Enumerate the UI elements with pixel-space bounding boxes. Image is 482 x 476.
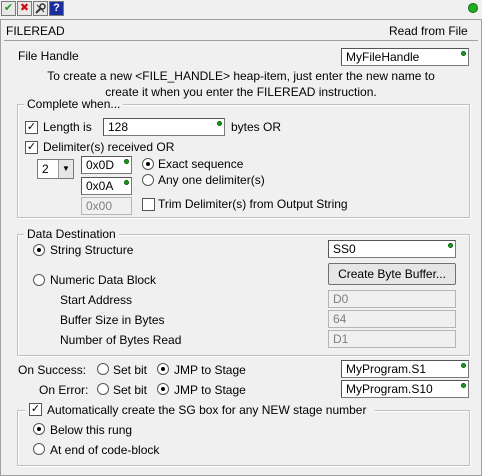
bytes-read-input[interactable]: D1	[328, 330, 456, 348]
string-structure-label: String Structure	[50, 243, 134, 257]
create-byte-buffer-button[interactable]: Create Byte Buffer...	[328, 263, 456, 285]
file-handle-label: File Handle	[18, 49, 79, 63]
delimiter-checkbox[interactable]: ✓	[25, 141, 38, 154]
string-structure-input[interactable]: SS0	[328, 240, 456, 258]
trim-delimiter-checkbox[interactable]	[142, 198, 155, 211]
on-success-set-bit-radio[interactable]	[97, 363, 109, 375]
end-of-block-radio[interactable]	[33, 443, 45, 455]
valid-indicator-icon	[461, 383, 466, 388]
exact-sequence-radio[interactable]	[142, 158, 154, 170]
start-address-input[interactable]: D0	[328, 290, 456, 308]
auto-create-sg-label: Automatically create the SG box for any …	[47, 403, 367, 417]
start-address-label: Start Address	[60, 293, 133, 307]
ok-button[interactable]: ✔	[1, 1, 16, 16]
on-error-set-bit-radio[interactable]	[97, 383, 109, 395]
chevron-down-icon: ▼	[58, 160, 73, 178]
numeric-block-label: Numeric Data Block	[50, 273, 157, 287]
on-error-label: On Error:	[39, 383, 89, 397]
valid-indicator-icon	[461, 363, 466, 368]
buffer-size-label: Buffer Size in Bytes	[60, 313, 165, 327]
buffer-size-input[interactable]: 64	[328, 310, 456, 328]
valid-indicator-icon	[124, 159, 129, 164]
on-success-set-bit-label: Set bit	[113, 363, 148, 377]
data-destination-title: Data Destination	[24, 227, 119, 241]
complete-when-title: Complete when...	[24, 97, 124, 111]
on-error-jmp-label: JMP to Stage	[174, 383, 246, 397]
any-delimiter-radio[interactable]	[142, 174, 154, 186]
sg-box-group	[17, 410, 470, 466]
valid-indicator-icon	[124, 180, 129, 185]
length-input[interactable]: 128	[103, 118, 225, 136]
on-success-input[interactable]: MyProgram.S1	[341, 360, 469, 378]
toolbar: ✔ ✖ ?	[0, 0, 482, 18]
below-rung-radio[interactable]	[33, 423, 45, 435]
trim-delimiter-label: Trim Delimiter(s) from Output String	[158, 197, 348, 211]
help-button[interactable]: ?	[49, 1, 64, 16]
file-handle-help-line1: To create a new <FILE_HANDLE> heap-item,…	[47, 69, 435, 83]
auto-create-sg-checkbox[interactable]: ✓	[29, 403, 42, 416]
end-of-block-label: At end of code-block	[50, 443, 160, 457]
tool-button[interactable]	[33, 1, 48, 16]
wrench-icon	[35, 3, 46, 14]
delimiter-input-3[interactable]: 0x00	[81, 197, 132, 215]
delimiter-label: Delimiter(s) received OR	[43, 140, 175, 154]
checkmark-icon: ✔	[3, 2, 14, 14]
valid-indicator-icon	[217, 121, 222, 126]
on-error-set-bit-label: Set bit	[113, 383, 148, 397]
on-success-label: On Success:	[18, 363, 87, 377]
on-success-jmp-label: JMP to Stage	[174, 363, 246, 377]
string-structure-radio[interactable]	[33, 244, 45, 256]
length-unit: bytes OR	[231, 120, 282, 134]
instruction-description: Read from File	[389, 24, 468, 38]
any-delimiter-label: Any one delimiter(s)	[158, 173, 265, 187]
length-label: Length is	[43, 120, 92, 134]
help-icon: ?	[53, 2, 60, 14]
cancel-button[interactable]: ✖	[17, 1, 32, 16]
x-icon: ✖	[19, 2, 30, 14]
length-checkbox[interactable]: ✓	[25, 121, 38, 134]
numeric-block-radio[interactable]	[33, 274, 45, 286]
exact-sequence-label: Exact sequence	[158, 157, 244, 171]
instruction-name: FILEREAD	[6, 24, 65, 38]
delimiter-input-1[interactable]: 0x0D	[81, 156, 132, 174]
valid-indicator-icon	[448, 243, 453, 248]
file-handle-input[interactable]: MyFileHandle	[341, 48, 469, 66]
on-error-jmp-radio[interactable]	[157, 383, 169, 395]
on-error-input[interactable]: MyProgram.S10	[341, 380, 469, 398]
below-rung-label: Below this rung	[50, 423, 133, 437]
valid-indicator-icon	[461, 51, 466, 56]
delimiter-count-select[interactable]: 2 ▼	[37, 159, 74, 179]
delimiter-input-2[interactable]: 0x0A	[81, 177, 132, 195]
bytes-read-label: Number of Bytes Read	[60, 333, 182, 347]
header-divider	[4, 40, 478, 41]
on-success-jmp-radio[interactable]	[157, 363, 169, 375]
status-indicator-icon	[468, 3, 478, 13]
